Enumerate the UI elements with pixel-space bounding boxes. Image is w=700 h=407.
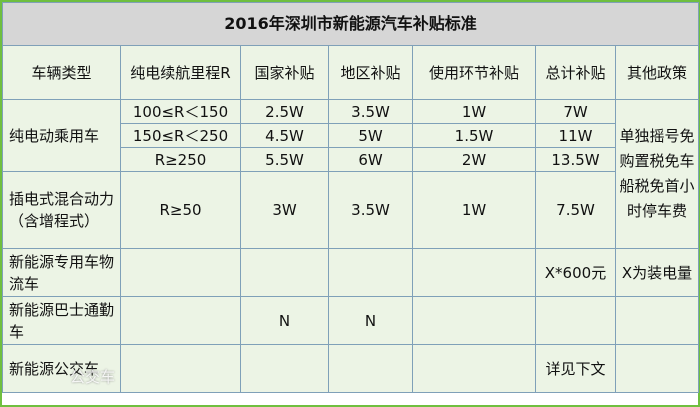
- phev-total: 7.5W: [535, 171, 616, 249]
- special-regional: [328, 248, 413, 297]
- special-vehicle-type: 新能源专用车物流车: [2, 248, 121, 297]
- pure-ev-regional-2: 5W: [328, 123, 413, 148]
- phev-regional: 3.5W: [328, 171, 413, 249]
- public-bus-other: [614, 344, 700, 393]
- bus-range: [120, 296, 241, 345]
- pure-ev-total-2: 11W: [535, 123, 616, 148]
- pure-ev-national-1: 2.5W: [240, 99, 329, 124]
- public-bus-total: 详见下文: [535, 344, 616, 393]
- subsidy-table: 2016年深圳市新能源汽车补贴标准 车辆类型 纯电续航里程R 国家补贴 地区补贴…: [1, 2, 700, 393]
- pure-ev-range-3: R≥250: [120, 147, 241, 172]
- bus-other: [614, 296, 700, 345]
- phev-type: 插电式混合动力（含增程式）: [2, 171, 121, 249]
- phev-national: 3W: [240, 171, 329, 249]
- other-policy-text: 单独摇号免购置税免车船税免首小时停车费: [614, 99, 700, 249]
- header-usage-subsidy: 使用环节补贴: [412, 45, 536, 100]
- pure-ev-regional-3: 6W: [328, 147, 413, 172]
- pure-ev-usage-2: 1.5W: [412, 123, 536, 148]
- pure-ev-range-1: 100≤R＜150: [120, 99, 241, 124]
- pure-ev-national-2: 4.5W: [240, 123, 329, 148]
- special-total: X*600元: [535, 248, 616, 297]
- special-national: [240, 248, 329, 297]
- bus-type: 新能源巴士通勤车: [2, 296, 121, 345]
- public-bus-national: [240, 344, 329, 393]
- pure-ev-total-3: 13.5W: [535, 147, 616, 172]
- pure-ev-type: 纯电动乘用车: [2, 99, 121, 172]
- table-frame: 2016年深圳市新能源汽车补贴标准 车辆类型 纯电续航里程R 国家补贴 地区补贴…: [0, 0, 700, 407]
- bus-regional: N: [328, 296, 413, 345]
- pure-ev-regional-1: 3.5W: [328, 99, 413, 124]
- bus-usage: [412, 296, 536, 345]
- pure-ev-total-1: 7W: [535, 99, 616, 124]
- phev-usage: 1W: [412, 171, 536, 249]
- pure-ev-range-2: 150≤R＜250: [120, 123, 241, 148]
- header-range: 纯电续航里程R: [120, 45, 241, 100]
- table-title: 2016年深圳市新能源汽车补贴标准: [1, 2, 700, 46]
- pure-ev-usage-3: 2W: [412, 147, 536, 172]
- phev-range: R≥50: [120, 171, 241, 249]
- header-vehicle-type: 车辆类型: [2, 45, 121, 100]
- special-range: [120, 248, 241, 297]
- header-national-subsidy: 国家补贴: [240, 45, 329, 100]
- special-other: X为装电量: [614, 248, 700, 297]
- special-usage: [412, 248, 536, 297]
- watermark-text: 公交车: [70, 368, 116, 386]
- public-bus-regional: [328, 344, 413, 393]
- header-total-subsidy: 总计补贴: [535, 45, 616, 100]
- header-other-policy: 其他政策: [614, 45, 700, 100]
- pure-ev-national-3: 5.5W: [240, 147, 329, 172]
- public-bus-usage: [412, 344, 536, 393]
- bus-total: [535, 296, 616, 345]
- header-regional-subsidy: 地区补贴: [328, 45, 413, 100]
- public-bus-range: [120, 344, 241, 393]
- pure-ev-usage-1: 1W: [412, 99, 536, 124]
- bus-national: N: [240, 296, 329, 345]
